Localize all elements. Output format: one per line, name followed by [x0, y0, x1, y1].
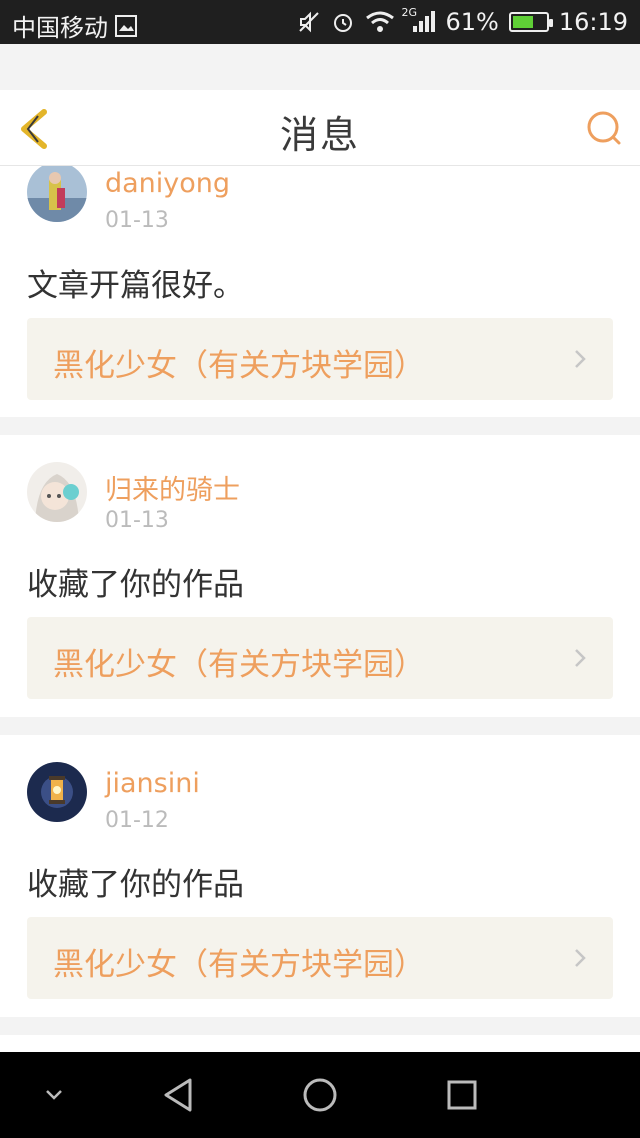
recents-square-icon[interactable] — [446, 1079, 478, 1111]
message-text: 收藏了你的作品 — [27, 867, 244, 903]
chevron-right-icon — [575, 949, 586, 967]
message-date: 01-13 — [105, 208, 169, 233]
message-date: 01-12 — [105, 808, 169, 833]
chevron-right-icon — [575, 649, 586, 667]
avatar[interactable] — [27, 462, 87, 522]
message-text: 文章开篇很好。 — [27, 268, 244, 304]
wifi-icon — [366, 11, 395, 32]
avatar[interactable] — [27, 166, 87, 222]
signal-group: 2G — [401, 6, 436, 34]
system-nav-bar — [0, 1052, 640, 1138]
username[interactable]: daniyong — [105, 168, 230, 199]
image-icon — [115, 14, 137, 37]
home-circle-icon[interactable] — [302, 1077, 338, 1113]
chevron-down-icon[interactable] — [44, 1088, 64, 1102]
work-link[interactable]: 黑化少女（有关方块学园） — [27, 917, 613, 999]
alarm-icon — [334, 14, 353, 32]
page-title: 消息 — [279, 113, 360, 157]
work-title: 黑化少女（有关方块学园） — [53, 348, 425, 384]
clock: 16:19 — [558, 8, 628, 36]
battery-percent: 61% — [445, 8, 499, 36]
header: 消息 — [0, 90, 640, 166]
chevron-right-icon — [575, 350, 586, 368]
status-bar: 中国移动 2G 61% 16:19 — [0, 0, 640, 44]
list-item: 归来的骑士 01-13 收藏了你的作品 黑化少女（有关方块学园） — [0, 435, 640, 717]
back-triangle-icon[interactable] — [160, 1076, 196, 1114]
username[interactable]: jiansini — [105, 768, 200, 799]
list-item: jiansini 01-12 收藏了你的作品 黑化少女（有关方块学园） — [0, 735, 640, 1017]
username[interactable]: 归来的骑士 — [105, 468, 240, 507]
work-title: 黑化少女（有关方块学园） — [53, 947, 425, 983]
work-link[interactable]: 黑化少女（有关方块学园） — [27, 617, 613, 699]
avatar[interactable] — [27, 762, 87, 822]
work-title: 黑化少女（有关方块学园） — [53, 647, 425, 683]
message-list[interactable]: daniyong 01-13 文章开篇很好。 黑化少女（有关方块学园） 归来的骑… — [0, 166, 640, 1052]
mute-icon — [299, 11, 320, 33]
top-spacer — [0, 44, 640, 90]
network-type: 2G — [401, 6, 418, 19]
list-item: daniyong 01-13 文章开篇很好。 黑化少女（有关方块学园） — [0, 166, 640, 417]
message-text: 收藏了你的作品 — [27, 567, 244, 603]
battery-icon — [508, 12, 553, 32]
message-date: 01-13 — [105, 508, 169, 533]
search-icon[interactable] — [586, 110, 622, 146]
work-link[interactable]: 黑化少女（有关方块学园） — [27, 318, 613, 400]
carrier-label: 中国移动 — [12, 14, 108, 42]
list-item — [0, 1035, 640, 1052]
